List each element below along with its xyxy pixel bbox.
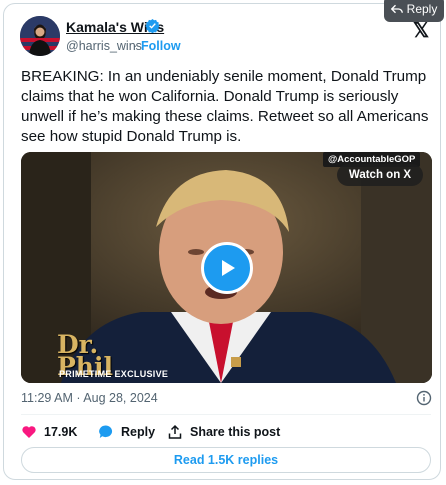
- info-icon[interactable]: [416, 390, 432, 406]
- tweet-text: BREAKING: In an undeniably senile moment…: [21, 68, 429, 145]
- reply-overlay-button[interactable]: Reply: [384, 0, 444, 22]
- reply-arrow-icon: [390, 4, 403, 14]
- read-replies-button[interactable]: Read 1.5K replies: [21, 447, 431, 473]
- watch-on-x-button[interactable]: Watch on X: [337, 164, 423, 186]
- tweet-timestamp[interactable]: 11:29 AM · Aug 28, 2024: [21, 391, 158, 405]
- video-thumbnail[interactable]: @AccountableGOP Watch on X Dr. Phil PRIM…: [21, 152, 432, 383]
- tweet-card: Reply 𝕏 Kamala's Wins @harris_wins · Fol…: [3, 0, 444, 480]
- primetime-label: PRIMETIME EXCLUSIVE: [59, 369, 169, 379]
- reply-overlay-label: Reply: [406, 2, 438, 16]
- share-button[interactable]: Share this post: [167, 424, 280, 440]
- comment-bubble-icon: [99, 425, 113, 438]
- follow-button[interactable]: Follow: [141, 39, 181, 53]
- heart-icon: [22, 426, 36, 438]
- play-button[interactable]: [201, 242, 253, 294]
- share-icon: [168, 424, 182, 439]
- like-count: 17.9K: [44, 425, 78, 439]
- share-label: Share this post: [190, 425, 281, 439]
- separator-dot: ·: [133, 39, 138, 53]
- verified-badge-icon: [145, 18, 160, 33]
- like-button[interactable]: 17.9K: [21, 424, 77, 440]
- author-handle[interactable]: @harris_wins: [66, 39, 142, 53]
- reply-label: Reply: [121, 425, 156, 439]
- divider: [21, 414, 431, 415]
- avatar[interactable]: [20, 16, 60, 56]
- reply-button[interactable]: Reply: [98, 424, 155, 440]
- play-icon: [222, 260, 235, 276]
